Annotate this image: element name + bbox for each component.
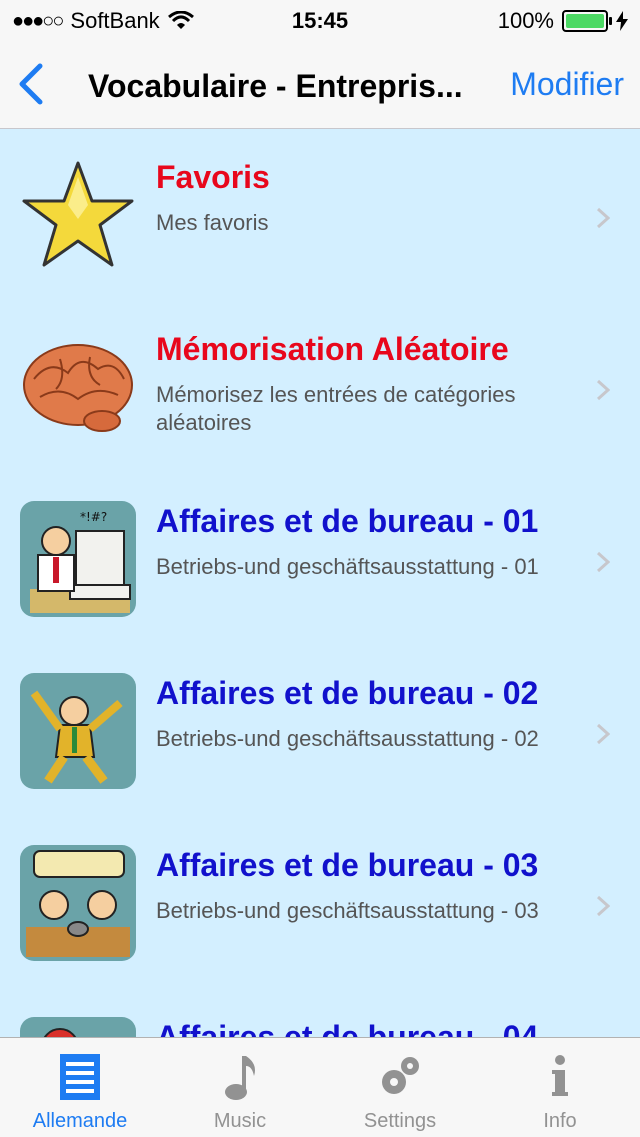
list-item-subtitle: Betriebs-und geschäftsausstattung - 01: [156, 554, 539, 579]
list-item-subtitle: Mes favoris: [156, 210, 269, 235]
list-item-title: Affaires et de bureau - 01: [156, 503, 539, 539]
battery-percent: 100%: [497, 8, 554, 33]
status-bar: ●●●○○ SoftBank 15:45 100%: [0, 0, 640, 40]
info-icon: [552, 1055, 568, 1096]
edit-button[interactable]: Modifier: [510, 66, 624, 103]
brain-icon: [23, 344, 133, 432]
list-item-subtitle: Mémorisez les entrées de catégories aléa…: [156, 382, 516, 435]
chevron-right-icon: [596, 551, 610, 573]
list-item-subtitle: Betriebs-und geschäftsausstattung - 03: [156, 898, 539, 923]
list-item-title: Affaires et de bureau - 02: [156, 675, 539, 711]
chevron-right-icon: [596, 723, 610, 745]
tab-bar: Allemande Music Settings Info: [0, 1037, 640, 1137]
tab-label: Info: [543, 1110, 577, 1132]
tab-settings[interactable]: Settings: [320, 1038, 480, 1137]
tab-info[interactable]: Info: [480, 1038, 640, 1137]
tab-label: Music: [213, 1110, 267, 1132]
tab-allemande[interactable]: Allemande: [0, 1038, 160, 1137]
list-icon: [60, 1054, 100, 1100]
back-chevron-icon[interactable]: [14, 62, 54, 106]
svg-text:*!#?: *!#?: [80, 510, 107, 524]
list-item-random-memorization[interactable]: Mémorisation Aléatoire Mémorisez les ent…: [0, 301, 640, 473]
list-item-title: Affaires et de bureau - 03: [156, 847, 539, 883]
list-item-category-04[interactable]: Affaires et de bureau - 04: [0, 989, 640, 1037]
stone-works-cartoon: [20, 845, 136, 961]
dancing-businessman-cartoon: [20, 673, 136, 789]
page-title: Vocabulaire - Entrepris...: [88, 68, 463, 104]
list-item-category-03[interactable]: Affaires et de bureau - 03 Betriebs-und …: [0, 817, 640, 989]
navigation-bar: Vocabulaire - Entrepris... Modifier: [0, 40, 640, 129]
star-icon: [22, 161, 134, 267]
battery-icon: [562, 10, 612, 32]
charging-icon: [616, 11, 628, 31]
parrot-cartoon: [20, 1017, 136, 1037]
music-note-icon: [225, 1056, 255, 1100]
tab-music[interactable]: Music: [160, 1038, 320, 1137]
gears-icon: [382, 1057, 419, 1094]
tab-label: Allemande: [32, 1110, 128, 1132]
tab-label: Settings: [363, 1110, 437, 1132]
chevron-right-icon: [596, 379, 610, 401]
office-computer-cartoon: *!#?: [20, 501, 136, 617]
chevron-right-icon: [596, 895, 610, 917]
list-item-category-01[interactable]: *!#? Affaires et de bureau - 01 Betriebs…: [0, 473, 640, 645]
category-list: Favoris Mes favoris Mémorisation Aléatoi…: [0, 129, 640, 1037]
list-item-category-02[interactable]: Affaires et de bureau - 02 Betriebs-und …: [0, 645, 640, 817]
list-item-favorites[interactable]: Favoris Mes favoris: [0, 129, 640, 301]
chevron-right-icon: [596, 207, 610, 229]
list-item-title: Mémorisation Aléatoire: [156, 331, 509, 367]
list-item-title: Affaires et de bureau - 04: [156, 1019, 539, 1037]
list-item-title: Favoris: [156, 159, 270, 195]
list-item-subtitle: Betriebs-und geschäftsausstattung - 02: [156, 726, 539, 751]
